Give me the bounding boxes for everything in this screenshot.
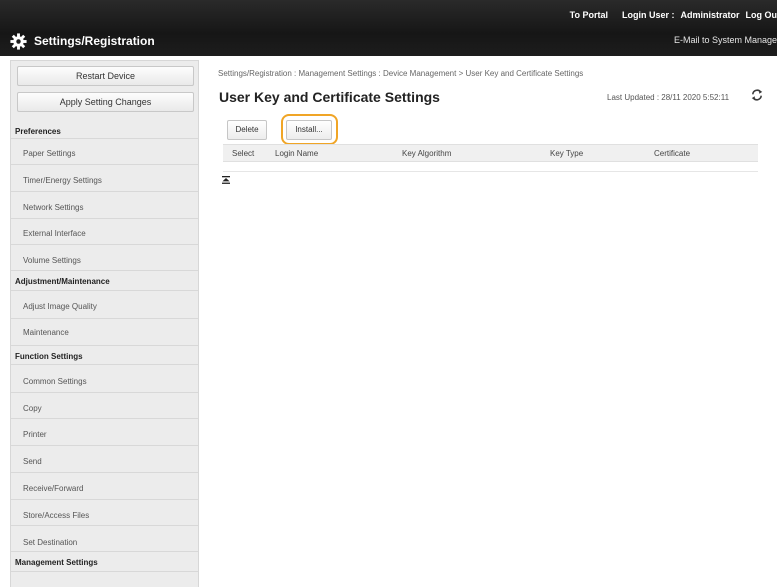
sidebar-item-printer[interactable]: Printer [23, 430, 47, 439]
login-user-label: Login User : [621, 10, 675, 20]
column-select: Select [232, 149, 255, 158]
divider [11, 345, 198, 346]
divider [11, 418, 198, 419]
divider [11, 551, 198, 552]
divider [11, 270, 198, 271]
sidebar-item-volume[interactable]: Volume Settings [23, 256, 81, 265]
sidebar-item-set-destination[interactable]: Set Destination [23, 538, 77, 547]
user-name: Administrator [680, 10, 740, 20]
divider [11, 445, 198, 446]
title-row: Settings/Registration E-Mail to System M… [0, 30, 777, 54]
divider [11, 138, 198, 139]
divider [11, 318, 198, 319]
refresh-icon[interactable] [750, 88, 764, 102]
divider [11, 392, 198, 393]
sidebar-item-paper-settings[interactable]: Paper Settings [23, 149, 75, 158]
section-function-settings: Function Settings [15, 352, 83, 361]
gear-icon [10, 33, 27, 50]
install-highlight-frame [281, 114, 338, 145]
divider [11, 218, 198, 219]
divider [11, 571, 198, 572]
sidebar-item-timer-energy[interactable]: Timer/Energy Settings [23, 176, 102, 185]
apply-setting-changes-button[interactable]: Apply Setting Changes [17, 92, 194, 112]
sidebar-item-adjust-image-quality[interactable]: Adjust Image Quality [23, 302, 97, 311]
logout-link[interactable]: Log Ou [740, 10, 777, 26]
sidebar-item-receive-forward[interactable]: Receive/Forward [23, 484, 83, 493]
divider [11, 525, 198, 526]
email-admin-link[interactable]: E-Mail to System Manage [674, 35, 777, 45]
restart-device-button[interactable]: Restart Device [17, 66, 194, 86]
page-title: User Key and Certificate Settings [219, 89, 440, 105]
section-management-settings: Management Settings [15, 558, 98, 567]
column-certificate: Certificate [654, 149, 691, 158]
to-portal-link[interactable]: To Portal [564, 10, 608, 26]
sidebar-item-send[interactable]: Send [23, 457, 42, 466]
divider [11, 164, 198, 165]
sidebar-item-network[interactable]: Network Settings [23, 203, 83, 212]
divider [11, 364, 198, 365]
sidebar-item-store-access-files[interactable]: Store/Access Files [23, 511, 89, 520]
breadcrumb: Settings/Registration : Management Setti… [218, 69, 584, 78]
table-header: Select Login Name Key Algorithm Key Type… [223, 144, 758, 162]
divider [11, 290, 198, 291]
divider [11, 499, 198, 500]
divider [11, 244, 198, 245]
app-title: Settings/Registration [34, 34, 155, 48]
divider [11, 472, 198, 473]
sidebar: Restart Device Apply Setting Changes Pre… [10, 60, 199, 587]
top-bar: To Portal Login User : Administrator Log… [0, 0, 777, 56]
column-login-name: Login Name [275, 149, 319, 158]
divider [11, 191, 198, 192]
section-adjustment-maintenance: Adjustment/Maintenance [15, 277, 110, 286]
column-key-type: Key Type [550, 149, 584, 158]
last-updated: Last Updated : 28/11 2020 5:52:11 [607, 93, 730, 102]
table-divider [223, 171, 758, 172]
sidebar-item-common-settings[interactable]: Common Settings [23, 377, 87, 386]
section-preferences: Preferences [15, 127, 61, 136]
sidebar-item-copy[interactable]: Copy [23, 404, 42, 413]
delete-button[interactable]: Delete [227, 120, 267, 140]
scroll-to-top-icon[interactable] [221, 175, 231, 185]
sidebar-item-external-interface[interactable]: External Interface [23, 229, 86, 238]
sidebar-item-maintenance[interactable]: Maintenance [23, 328, 69, 337]
column-key-algorithm: Key Algorithm [402, 149, 452, 158]
header-links: To Portal Login User : Administrator Log… [564, 10, 777, 26]
